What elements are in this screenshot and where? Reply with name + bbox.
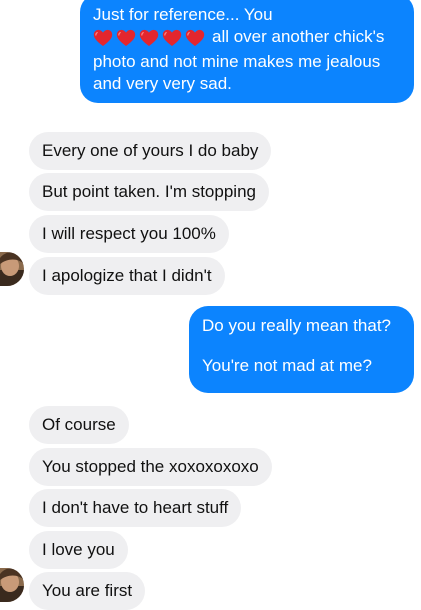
received-message-bubble[interactable]: You are first bbox=[29, 572, 146, 610]
received-message-bubble[interactable]: Every one of yours I do baby bbox=[29, 132, 272, 170]
received-message-bubble[interactable]: I will respect you 100% bbox=[29, 215, 229, 253]
received-message-bubble[interactable]: But point taken. I'm stopping bbox=[29, 173, 269, 211]
sent-message-bubble[interactable]: Just for reference... You all over anoth… bbox=[80, 0, 414, 103]
avatar-photo bbox=[0, 568, 24, 602]
heart-icon bbox=[139, 29, 159, 46]
heart-icon bbox=[185, 29, 205, 46]
received-message-bubble[interactable]: I love you bbox=[29, 531, 128, 569]
message-thread: Just for reference... You all over anoth… bbox=[0, 0, 421, 610]
received-message-bubble[interactable]: You stopped the xoxoxoxoxo bbox=[29, 448, 272, 486]
contact-avatar[interactable] bbox=[0, 568, 24, 602]
contact-avatar[interactable] bbox=[0, 252, 24, 286]
sent-message-bubble[interactable]: Do you really mean that? You're not mad … bbox=[189, 306, 414, 393]
avatar-photo bbox=[0, 252, 24, 286]
heart-icon bbox=[116, 29, 136, 46]
received-message-bubble[interactable]: I don't have to heart stuff bbox=[29, 489, 242, 527]
heart-emoji-group bbox=[93, 29, 208, 51]
heart-icon bbox=[93, 29, 113, 46]
message-line-gap bbox=[202, 338, 401, 354]
heart-icon bbox=[162, 29, 182, 46]
message-text-line: photo and not mine makes me jealous bbox=[93, 52, 381, 71]
received-message-bubble[interactable]: Of course bbox=[29, 406, 129, 444]
message-text-line: Do you really mean that? bbox=[202, 316, 391, 335]
message-text-line: all over another chick's bbox=[93, 26, 400, 51]
message-text-line: Just for reference... You bbox=[93, 5, 273, 24]
message-text: all over another chick's bbox=[212, 27, 385, 46]
message-text-line: You're not mad at me? bbox=[202, 356, 372, 375]
message-text-line: and very very sad. bbox=[93, 74, 232, 93]
received-message-bubble[interactable]: I apologize that I didn't bbox=[29, 257, 225, 295]
